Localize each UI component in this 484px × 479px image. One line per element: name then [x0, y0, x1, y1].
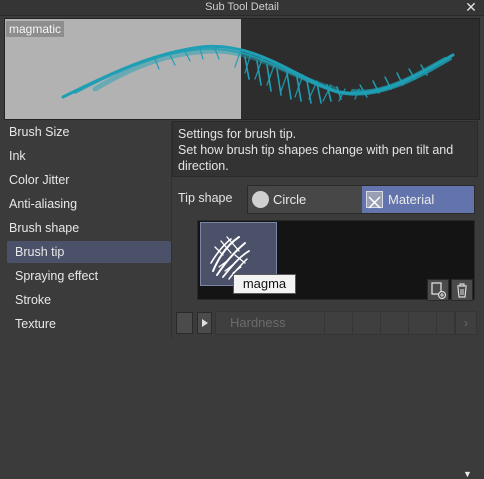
description-line: Settings for brush tip.: [178, 127, 297, 141]
dropdown-menu-icon[interactable]: ▼: [463, 469, 473, 479]
hardness-toggle-button[interactable]: [176, 312, 193, 334]
category-anti-aliasing[interactable]: Anti-aliasing: [9, 194, 77, 214]
subcategory-spraying-effect[interactable]: Spraying effect: [7, 265, 171, 287]
subcategory-texture[interactable]: Texture: [7, 313, 171, 335]
delete-tip-button[interactable]: [451, 279, 473, 301]
option-label: Circle: [273, 192, 307, 207]
subcategory-brush-tip[interactable]: Brush tip: [7, 241, 171, 263]
subcategory-stroke[interactable]: Stroke: [7, 289, 171, 311]
stroke-preview: magmatic: [4, 18, 480, 120]
trash-icon: [457, 283, 467, 298]
slider-tick: [436, 312, 437, 334]
tip-shape-selector: Circle Material: [247, 185, 475, 214]
subcategory-label: Stroke: [15, 293, 52, 307]
tip-shape-material-option[interactable]: Material: [362, 186, 474, 213]
description-line: Set how brush tip shapes change with pen…: [178, 143, 454, 157]
category-color-jitter[interactable]: Color Jitter: [9, 170, 69, 190]
description-line: direction.: [178, 159, 229, 173]
tip-shape-circle-option[interactable]: Circle: [248, 186, 362, 213]
slider-tick: [408, 312, 409, 334]
material-icon: [366, 191, 383, 209]
slider-tick: [380, 312, 381, 334]
preview-tool-name: magmatic: [6, 21, 65, 37]
category-sidebar: Brush Size Ink Color Jitter Anti-aliasin…: [0, 121, 171, 338]
slider-tick: [352, 312, 353, 334]
hardness-slider[interactable]: Hardness: [215, 311, 455, 335]
title-bar: Sub Tool Detail ✕: [0, 0, 484, 16]
subcategory-label: Spraying effect: [15, 269, 99, 283]
tip-shape-label: Tip shape: [178, 191, 233, 205]
hardness-label: Hardness: [230, 315, 286, 330]
slider-tick: [324, 312, 325, 334]
category-brush-size[interactable]: Brush Size: [9, 122, 69, 142]
subcategory-label: Brush tip: [15, 245, 65, 259]
add-material-icon: [431, 282, 447, 300]
option-label: Material: [388, 192, 435, 207]
tip-tooltip: magma: [233, 274, 296, 294]
chevron-right-icon[interactable]: ›: [455, 311, 477, 335]
play-arrow-icon: [202, 319, 208, 327]
subcategory-label: Texture: [15, 317, 56, 331]
close-icon[interactable]: ✕: [464, 0, 478, 15]
hardness-expand-button[interactable]: [197, 312, 212, 334]
description-panel: Settings for brush tip. Set how brush ti…: [172, 121, 478, 177]
preview-stroke: [61, 44, 455, 104]
add-tip-button[interactable]: [427, 279, 449, 301]
window-title: Sub Tool Detail: [205, 1, 279, 13]
category-brush-shape[interactable]: Brush shape: [9, 218, 79, 238]
category-ink[interactable]: Ink: [9, 146, 26, 166]
circle-icon: [252, 191, 269, 208]
